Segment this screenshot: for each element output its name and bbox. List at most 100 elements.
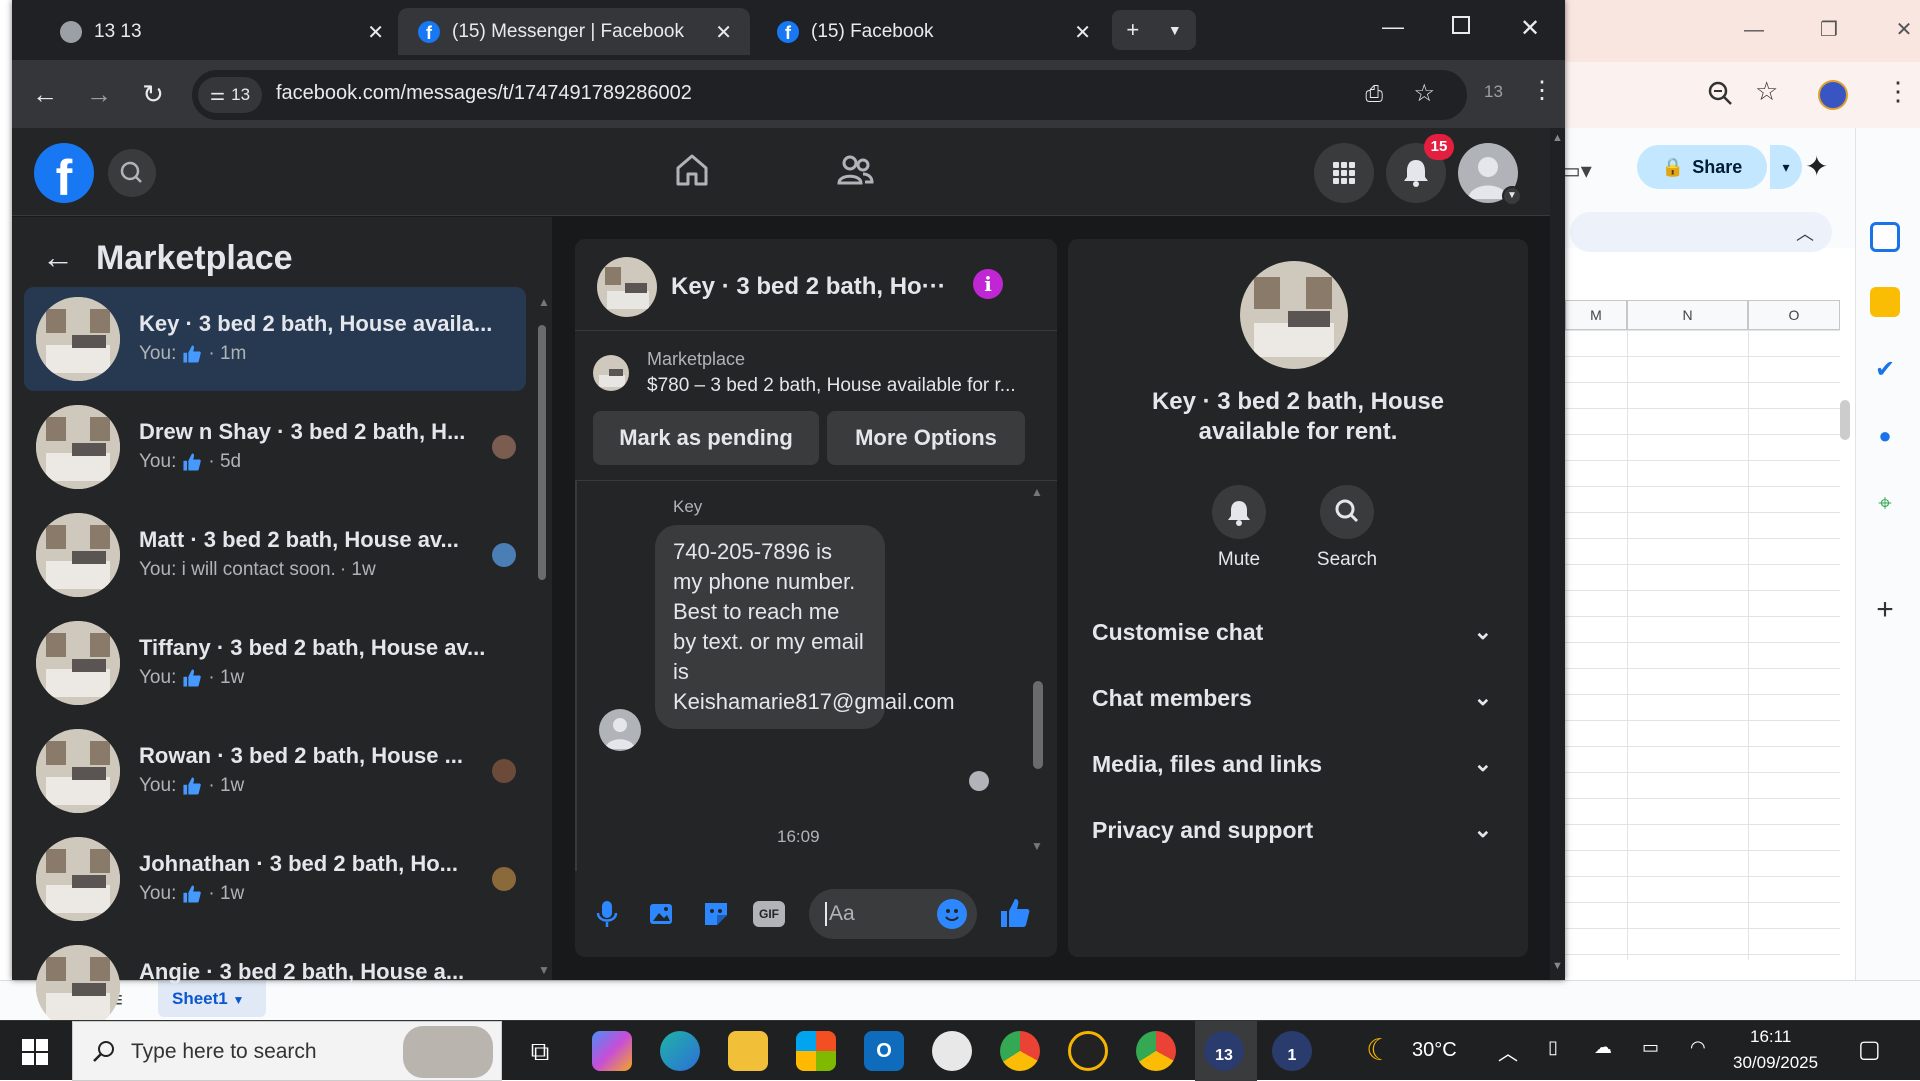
sender-avatar[interactable] xyxy=(599,709,641,751)
tab-close-icon[interactable]: ✕ xyxy=(1074,20,1091,45)
conversation-item[interactable]: Tiffany · 3 bed 2 bath, House av... You: ·… xyxy=(24,611,526,715)
url-text[interactable]: facebook.com/messages/t/1747491789286002 xyxy=(276,82,692,105)
scroll-down-icon[interactable]: ▼ xyxy=(1031,839,1043,853)
scroll-down-icon[interactable]: ▼ xyxy=(1552,960,1563,972)
chrome-menu-icon[interactable]: ⋮ xyxy=(1530,76,1554,105)
media-files-links-item[interactable]: Media, files and links ⌄ xyxy=(1092,751,1502,778)
tab-3[interactable]: f (15) Facebook ✕ xyxy=(757,8,1109,55)
conversation-item[interactable]: Rowan · 3 bed 2 bath, House ... You: · 1w xyxy=(24,719,526,823)
facebook-logo-icon[interactable]: f xyxy=(34,143,94,203)
column-header-o[interactable]: O xyxy=(1748,300,1840,330)
tab-1[interactable]: 13 13 ✕ xyxy=(40,8,402,55)
menu-icon[interactable]: ⋮ xyxy=(1885,76,1911,107)
battery-icon[interactable]: ▭ xyxy=(1642,1037,1659,1058)
like-button-icon[interactable] xyxy=(997,895,1033,931)
share-button[interactable]: 🔒 Share xyxy=(1637,145,1767,189)
menu-grid-button[interactable] xyxy=(1314,143,1374,203)
home-icon[interactable] xyxy=(672,150,712,190)
forward-icon[interactable]: → xyxy=(84,80,114,110)
thread-scroll-thumb[interactable] xyxy=(1033,681,1043,769)
account-chevron-icon[interactable]: ▼ xyxy=(1502,186,1522,206)
onedrive-icon[interactable]: ☁ xyxy=(1594,1037,1612,1058)
zoom-icon[interactable] xyxy=(1705,78,1735,108)
weather-temperature[interactable]: 30°C xyxy=(1412,1039,1457,1062)
search-button[interactable] xyxy=(1320,485,1374,539)
column-header-m[interactable]: M xyxy=(1565,300,1627,330)
taskbar-app-13[interactable]: 13 xyxy=(1204,1031,1244,1071)
taskbar-search-box[interactable]: Type here to search xyxy=(72,1021,502,1081)
back-arrow-icon[interactable]: ← xyxy=(42,239,74,276)
reload-icon[interactable]: ↻ xyxy=(138,80,168,110)
tab-search-icon[interactable]: ▼ xyxy=(1168,22,1182,38)
minimize-icon[interactable]: — xyxy=(1740,16,1768,44)
file-explorer-icon[interactable] xyxy=(728,1031,768,1071)
close-icon[interactable]: ✕ xyxy=(1890,16,1918,44)
customise-chat-item[interactable]: Customise chat ⌄ xyxy=(1092,619,1502,646)
scroll-thumb[interactable] xyxy=(538,325,546,580)
bookmark-star-icon[interactable]: ☆ xyxy=(1413,79,1435,108)
friends-icon[interactable] xyxy=(835,150,875,190)
tasks-icon[interactable]: ✔ xyxy=(1870,355,1900,385)
paint-icon[interactable] xyxy=(932,1031,972,1071)
list-scrollbar[interactable]: ▲ ▼ xyxy=(534,295,550,980)
sticker-icon[interactable] xyxy=(701,899,731,929)
copilot-icon[interactable] xyxy=(592,1031,632,1071)
page-scrollbar[interactable]: ▲ ▼ xyxy=(1550,128,1565,980)
close-icon[interactable]: ✕ xyxy=(1520,14,1540,43)
scroll-up-icon[interactable]: ▲ xyxy=(1552,132,1563,144)
taskbar-app-1[interactable]: 1 xyxy=(1272,1031,1312,1071)
notification-center-icon[interactable]: ▢ xyxy=(1858,1035,1881,1064)
microphone-icon[interactable] xyxy=(595,899,619,929)
tab-close-icon[interactable]: ✕ xyxy=(715,20,732,45)
calendar-icon[interactable] xyxy=(1870,222,1900,252)
info-icon[interactable]: i xyxy=(973,269,1003,299)
vertical-scrollbar[interactable] xyxy=(1840,400,1850,440)
more-options-button[interactable]: More Options xyxy=(827,411,1025,465)
maximize-icon[interactable] xyxy=(1452,16,1470,34)
clock-date[interactable]: 30/09/2025 xyxy=(1733,1053,1818,1073)
conversation-item[interactable]: Matt · 3 bed 2 bath, House av... You: i w… xyxy=(24,503,526,607)
wifi-icon[interactable]: ◠ xyxy=(1690,1037,1706,1058)
bookmark-star-icon[interactable]: ☆ xyxy=(1755,76,1778,107)
chat-title[interactable]: Key · 3 bed 2 bath, Ho··· xyxy=(671,273,946,301)
extensions-badge[interactable]: 13 xyxy=(1484,82,1503,102)
column-header-n[interactable]: N xyxy=(1627,300,1748,330)
new-tab-icon[interactable]: + xyxy=(1126,17,1139,43)
mute-button[interactable] xyxy=(1212,485,1266,539)
contacts-icon[interactable]: ● xyxy=(1870,423,1900,453)
tab-close-icon[interactable]: ✕ xyxy=(367,20,384,45)
listing-photo[interactable] xyxy=(1240,261,1348,369)
xbox-app-icon[interactable] xyxy=(1068,1031,1108,1071)
minimize-icon[interactable]: — xyxy=(1382,14,1404,40)
chat-avatar[interactable] xyxy=(597,257,657,317)
omnibox[interactable]: ⚌ 13 facebook.com/messages/t/174749178928… xyxy=(192,70,1467,120)
scroll-up-icon[interactable]: ▲ xyxy=(1031,485,1043,499)
keep-icon[interactable] xyxy=(1870,287,1900,317)
windows-start-icon[interactable] xyxy=(22,1039,48,1065)
install-app-icon[interactable]: ⎙ xyxy=(1365,81,1383,107)
maps-icon[interactable]: ⌖ xyxy=(1870,490,1900,520)
cell-grid[interactable] xyxy=(1565,330,1840,960)
search-button[interactable] xyxy=(108,149,156,197)
chrome-profile-icon[interactable] xyxy=(1136,1031,1176,1071)
profile-avatar[interactable] xyxy=(1818,80,1848,110)
gif-icon[interactable]: GIF xyxy=(753,901,785,927)
privacy-support-item[interactable]: Privacy and support ⌄ xyxy=(1092,817,1502,844)
formula-bar[interactable]: ︿ xyxy=(1570,212,1832,252)
gemini-icon[interactable]: ✦ xyxy=(1805,150,1828,183)
chat-members-item[interactable]: Chat members ⌄ xyxy=(1092,685,1502,712)
edge-icon[interactable] xyxy=(660,1031,700,1071)
collapse-chevron-icon[interactable]: ︿ xyxy=(1796,220,1814,246)
back-icon[interactable]: ← xyxy=(30,80,60,110)
tray-chevron-icon[interactable]: ︿ xyxy=(1498,1037,1518,1066)
scroll-up-icon[interactable]: ▲ xyxy=(538,295,550,309)
message-bubble[interactable]: 740-205-7896 is my phone number. Best to… xyxy=(655,525,955,729)
message-input[interactable]: Aa xyxy=(809,889,977,939)
task-view-icon[interactable]: ⧉ xyxy=(520,1031,560,1071)
meet-icon[interactable]: ▭▾ xyxy=(1560,158,1610,188)
outlook-icon[interactable]: O xyxy=(864,1031,904,1071)
device-icon[interactable]: ▯ xyxy=(1548,1037,1558,1058)
conversation-item[interactable]: Drew n Shay · 3 bed 2 bath, H... You: · 5d xyxy=(24,395,526,499)
photo-icon[interactable] xyxy=(647,899,677,929)
store-icon[interactable] xyxy=(796,1031,836,1071)
